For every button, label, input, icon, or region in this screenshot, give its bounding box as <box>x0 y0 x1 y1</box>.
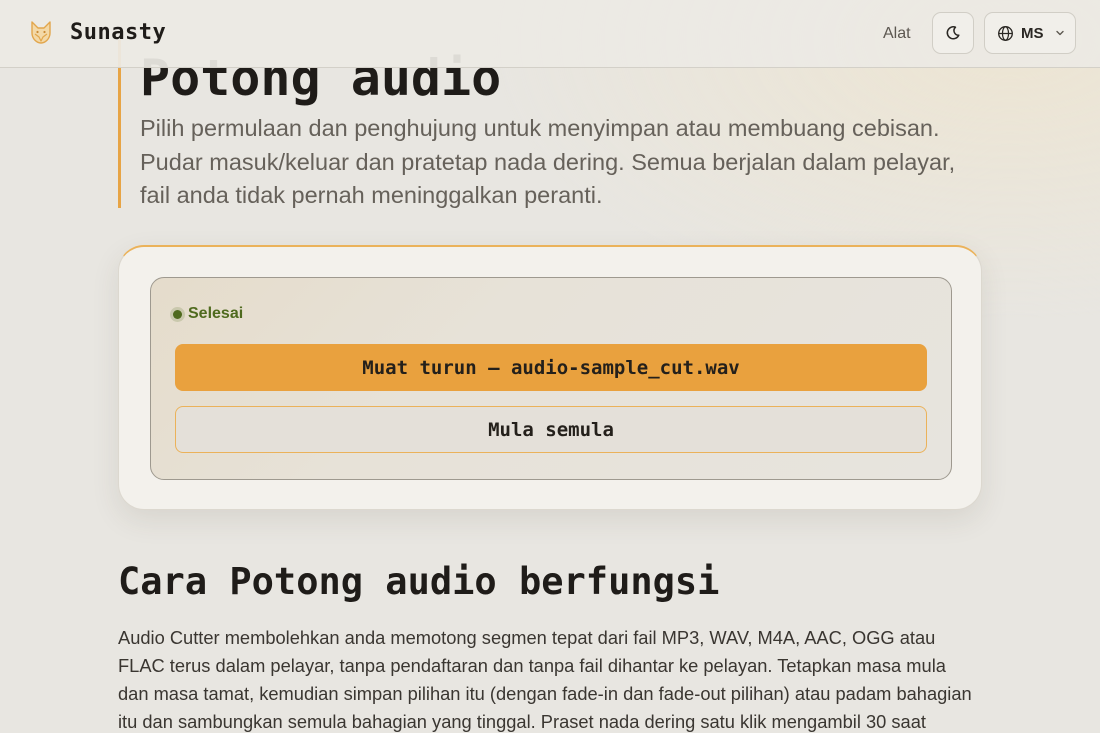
language-selector[interactable]: MS <box>984 12 1076 54</box>
brand-name: Sunasty <box>70 19 167 45</box>
page-description: Pilih permulaan dan penghujung untuk men… <box>140 115 956 208</box>
how-it-works-text: Audio Cutter membolehkan anda memotong s… <box>118 627 972 732</box>
tool-card: Selesai Muat turun — audio-sample_cut.wa… <box>118 245 982 510</box>
language-code: MS <box>1021 24 1044 42</box>
top-navigation-bar: Sunasty Alat MS <box>0 0 1100 68</box>
start-over-button[interactable]: Mula semula <box>175 406 927 453</box>
chevron-down-icon <box>1055 30 1064 36</box>
theme-toggle-button[interactable] <box>932 12 974 54</box>
nav-tools-link[interactable]: Alat <box>883 24 911 44</box>
status-indicator: Selesai <box>173 305 243 323</box>
brand-link[interactable]: Sunasty <box>26 17 166 47</box>
status-dot-icon <box>173 309 182 319</box>
globe-icon <box>998 25 1013 41</box>
download-button[interactable]: Muat turun — audio-sample_cut.wav <box>175 344 927 391</box>
fox-logo-icon <box>31 21 51 44</box>
status-label: Selesai <box>188 305 244 322</box>
how-it-works-heading: Cara Potong audio berfungsi <box>118 560 720 603</box>
moon-icon <box>946 26 960 40</box>
result-panel: Selesai Muat turun — audio-sample_cut.wa… <box>150 277 952 480</box>
